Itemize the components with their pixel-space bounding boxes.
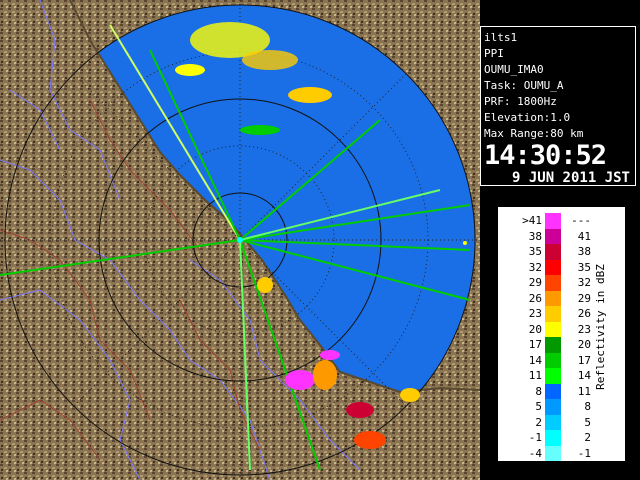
legend-lower-value: 11: [528, 369, 542, 382]
radar-site-marker: [237, 237, 243, 243]
legend-upper-value: 17: [577, 353, 591, 367]
legend-upper-value: 23: [577, 322, 591, 336]
legend-upper-value: 41: [577, 229, 591, 243]
legend-color-swatch: [545, 430, 561, 446]
legend-upper-value: 35: [577, 260, 591, 274]
legend-lower-value: 29: [528, 276, 542, 289]
legend-lower-value: 38: [528, 229, 542, 243]
legend-upper-value: 32: [577, 276, 591, 289]
legend-title: Reflectivity in dBZ: [594, 264, 607, 390]
info-product: PPI: [484, 47, 504, 60]
legend-color-swatch: [545, 414, 561, 430]
legend-color-swatch: [545, 259, 561, 275]
legend-color-swatch: [545, 321, 561, 337]
legend-color-swatch: [545, 244, 561, 260]
legend-lower-value: 14: [528, 353, 542, 367]
legend-upper-value: 2: [584, 431, 591, 444]
legend-upper-value: 26: [577, 307, 591, 320]
info-task: Task: OUMU_A: [484, 79, 564, 92]
legend-lower-value: >41: [522, 214, 542, 227]
legend-color-swatch: [545, 306, 561, 322]
legend-lower-value: 8: [535, 384, 542, 398]
legend-lower-value: 17: [528, 338, 542, 351]
legend-lower-value: 35: [528, 245, 542, 258]
legend-upper-value: ---: [571, 214, 591, 227]
scan-time: 14:30:52: [484, 140, 607, 171]
legend-upper-value: 20: [577, 338, 591, 351]
legend-color-swatch: [545, 228, 561, 244]
legend-lower-value: 32: [528, 260, 542, 274]
radar-ppi-display[interactable]: [0, 0, 480, 480]
info-station: ilts1: [484, 31, 518, 44]
legend-upper-value: -1: [577, 446, 591, 460]
reflectivity-legend: >41 --- 38 41 35 38 32 35 29 32 26 29 23 26 20 23 17 20 14…: [497, 206, 626, 462]
legend-color-swatch: [545, 399, 561, 415]
legend-upper-value: 38: [577, 245, 591, 258]
legend-row: -4 -1: [502, 445, 612, 461]
legend-color-swatch: [545, 368, 561, 384]
info-prf: PRF: 1800Hz: [484, 95, 557, 108]
legend-lower-value: 2: [535, 415, 542, 429]
legend-upper-value: 8: [584, 400, 591, 413]
legend-color-swatch: [545, 383, 561, 399]
legend-color-swatch: [545, 290, 561, 306]
legend-lower-value: 20: [528, 322, 542, 336]
legend-color-swatch: [545, 213, 561, 229]
legend-lower-value: -4: [528, 446, 542, 460]
radar-info-panel: ilts1 PPI OUMU_IMA0 Task: OUMU_A PRF: 18…: [480, 26, 636, 186]
legend-lower-value: 26: [528, 291, 542, 305]
legend-color-swatch: [545, 337, 561, 353]
info-elevation: Elevation:1.0: [484, 111, 571, 124]
legend-lower-value: 23: [528, 307, 542, 320]
info-site: OUMU_IMA0: [484, 63, 544, 76]
scan-date: 9 JUN 2011 JST: [511, 170, 630, 186]
legend-color-swatch: [545, 275, 561, 291]
legend-color-swatch: [545, 352, 561, 368]
legend-upper-value: 11: [577, 384, 591, 398]
legend-color-swatch: [545, 445, 561, 461]
legend-upper-value: 14: [577, 369, 591, 382]
legend-lower-value: 5: [535, 400, 542, 413]
legend-lower-value: -1: [528, 431, 542, 444]
legend-upper-value: 29: [577, 291, 591, 305]
legend-upper-value: 5: [584, 415, 591, 429]
